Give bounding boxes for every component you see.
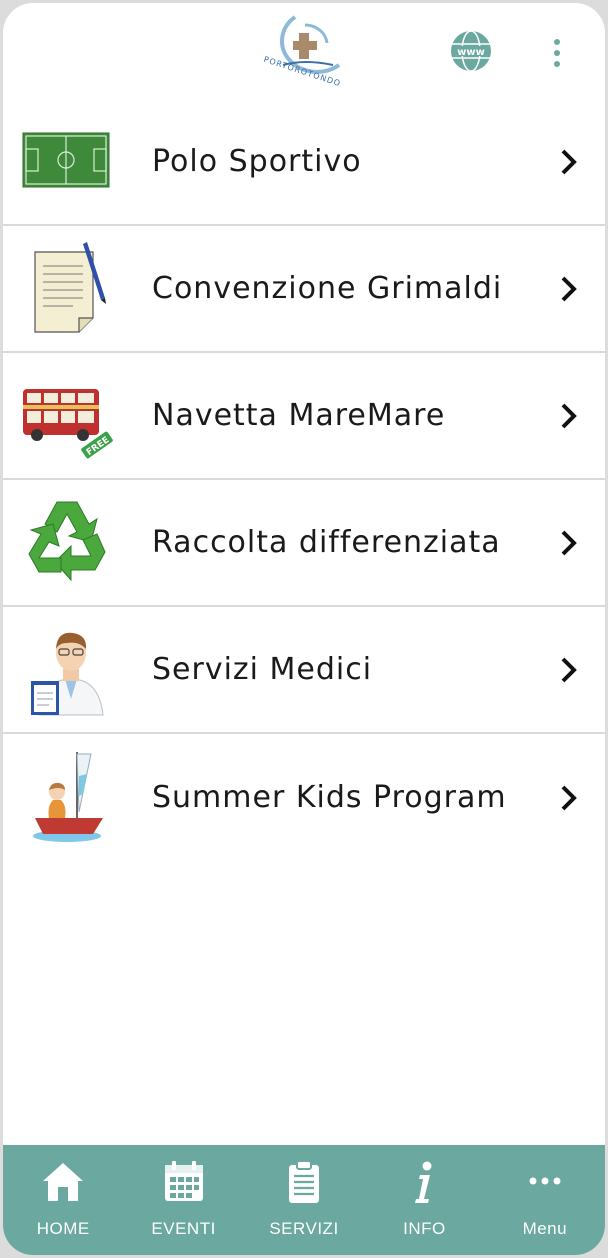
list-item-label: Raccolta differenziata <box>152 525 501 560</box>
list-item-label: Summer Kids Program <box>152 780 507 815</box>
bus-free-icon: FREE <box>23 389 113 459</box>
kid-sailboat-icon <box>33 752 103 842</box>
chevron-right-icon <box>561 276 577 301</box>
list-item-summer-kids-program[interactable]: Summer Kids Program <box>3 734 605 861</box>
svg-text:www: www <box>457 47 485 58</box>
tab-menu[interactable]: Menu <box>485 1145 605 1255</box>
services-list: Polo Sportivo Convenzione Grimaldi FREE … <box>3 99 605 861</box>
tab-eventi[interactable]: EVENTI <box>123 1145 243 1255</box>
more-dots-icon <box>529 1177 561 1185</box>
tab-label: HOME <box>36 1219 90 1238</box>
portorotondo-logo: PORTOROTONDO <box>263 15 342 88</box>
document-pen-icon <box>34 242 106 333</box>
doctor-icon <box>31 632 104 716</box>
chevron-right-icon <box>561 785 577 810</box>
app-screen: PORTOROTONDO www Polo Sportivo Convenzio… <box>3 3 605 1255</box>
list-item-label: Navetta MareMare <box>152 398 446 433</box>
recycle-icon <box>28 501 106 582</box>
list-item-raccolta-differenziata[interactable]: Raccolta differenziata <box>3 480 605 607</box>
calendar-icon <box>164 1161 203 1201</box>
tab-servizi[interactable]: SERVIZI <box>244 1145 364 1255</box>
info-icon <box>415 1161 432 1203</box>
list-item-convenzione-grimaldi[interactable]: Convenzione Grimaldi <box>3 226 605 353</box>
tab-info[interactable]: INFO <box>364 1145 484 1255</box>
list-item-label: Servizi Medici <box>152 652 373 687</box>
chevron-right-icon <box>561 657 577 682</box>
list-item-polo-sportivo[interactable]: Polo Sportivo <box>3 99 605 226</box>
tab-home[interactable]: HOME <box>3 1145 123 1255</box>
list-item-label: Polo Sportivo <box>152 144 362 179</box>
kebab-menu-icon[interactable] <box>547 33 567 73</box>
www-globe-icon[interactable]: www <box>449 29 493 73</box>
chevron-right-icon <box>561 149 577 174</box>
chevron-right-icon <box>561 530 577 555</box>
football-field-icon <box>22 132 110 188</box>
list-item-servizi-medici[interactable]: Servizi Medici <box>3 607 605 734</box>
bottom-tab-bar: HOME EVENTI SERVIZI INFO Menu <box>3 1145 605 1255</box>
list-item-navetta-maremare[interactable]: FREE Navetta MareMare <box>3 353 605 480</box>
tab-label: SERVIZI <box>269 1219 339 1238</box>
clipboard-icon <box>289 1160 320 1203</box>
tab-label: EVENTI <box>151 1219 216 1238</box>
tab-label: Menu <box>522 1219 568 1238</box>
tab-label: INFO <box>403 1219 446 1238</box>
app-header: PORTOROTONDO www <box>3 3 605 99</box>
list-item-label: Convenzione Grimaldi <box>152 271 503 306</box>
chevron-right-icon <box>561 403 577 428</box>
home-icon <box>43 1163 84 1201</box>
